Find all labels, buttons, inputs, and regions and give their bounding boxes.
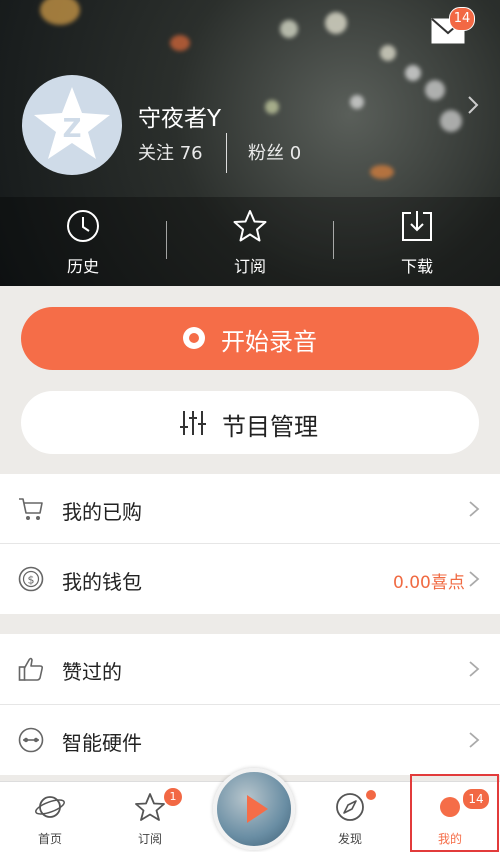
menu-item-label: 我的钱包 [62,570,142,594]
subscribe-badge: 1 [164,788,182,806]
menu-item-liked[interactable]: 赞过的 [0,634,500,704]
follow-count[interactable]: 关注 76 [138,139,203,165]
mail-badge: 14 [449,7,475,31]
username: 守夜者Y [138,106,222,132]
divider [226,133,227,173]
program-management-button[interactable]: 节目管理 [21,391,479,454]
tab-home[interactable]: 首页 [10,782,90,852]
menu-item-purchased[interactable]: 我的已购 [0,474,500,544]
svg-text:Z: Z [63,114,82,144]
bokeh-light [380,45,396,61]
bokeh-light [170,35,190,51]
menu-item-wallet[interactable]: $ 我的钱包 0.00喜点 [0,544,500,614]
highlight-box [410,774,499,852]
menu-item-label: 智能硬件 [62,731,142,755]
tab-label: 订阅 [137,832,162,846]
menu-item-label: 赞过的 [62,660,122,684]
coin-icon: $ [18,566,44,592]
sliders-icon [180,411,206,435]
tab-label: 首页 [37,832,62,846]
wallet-balance: 0.00喜点 [393,573,465,593]
download-icon [402,211,432,241]
qq-star-avatar-icon: Z [34,87,110,159]
program-management-label: 节目管理 [222,413,318,441]
fans-count[interactable]: 粉丝 0 [248,139,301,165]
bokeh-light [325,12,347,34]
bokeh-light [370,165,394,179]
svg-text:$: $ [28,574,35,587]
chevron-right-icon [469,661,480,677]
star-icon [135,793,165,821]
chevron-right-icon [469,732,480,748]
menu-item-smart-hardware[interactable]: 智能硬件 [0,705,500,775]
profile-header: 14 Z 守夜者Y 关注 76 粉丝 0 历史 订阅 下载 [0,0,500,286]
subscribe-label: 订阅 [233,257,266,276]
play-icon [247,795,268,823]
bokeh-light [280,20,298,38]
cart-icon [19,498,43,520]
clock-icon [67,210,99,242]
download-label: 下载 [400,257,433,276]
bokeh-light [40,0,80,25]
subscribe-button[interactable]: 订阅 [167,197,333,286]
chevron-right-icon[interactable] [466,95,480,115]
bokeh-light [440,110,462,132]
center-play-button[interactable] [213,768,295,850]
bokeh-light [405,65,421,81]
chevron-right-icon [469,501,480,517]
bokeh-light [265,100,279,114]
tab-discover[interactable]: 发现 [310,782,390,852]
tab-label: 发现 [337,832,362,846]
history-label: 历史 [66,257,99,276]
star-icon [233,210,267,242]
quick-actions-bar: 历史 订阅 下载 [0,197,500,286]
planet-icon [35,796,65,818]
history-button[interactable]: 历史 [0,197,166,286]
avatar[interactable]: Z [22,75,122,175]
tab-subscribe[interactable]: 订阅 1 [110,782,190,852]
bokeh-light [350,95,364,109]
record-icon [183,327,205,349]
bokeh-light [425,80,445,100]
device-icon [18,727,44,753]
compass-icon [336,793,364,821]
chevron-right-icon [469,571,480,587]
thumbs-up-icon [18,657,44,681]
start-recording-label: 开始录音 [221,328,317,356]
discover-dot-badge [366,790,376,800]
start-recording-button[interactable]: 开始录音 [21,307,479,370]
download-button[interactable]: 下载 [334,197,500,286]
menu-item-label: 我的已购 [62,500,142,524]
